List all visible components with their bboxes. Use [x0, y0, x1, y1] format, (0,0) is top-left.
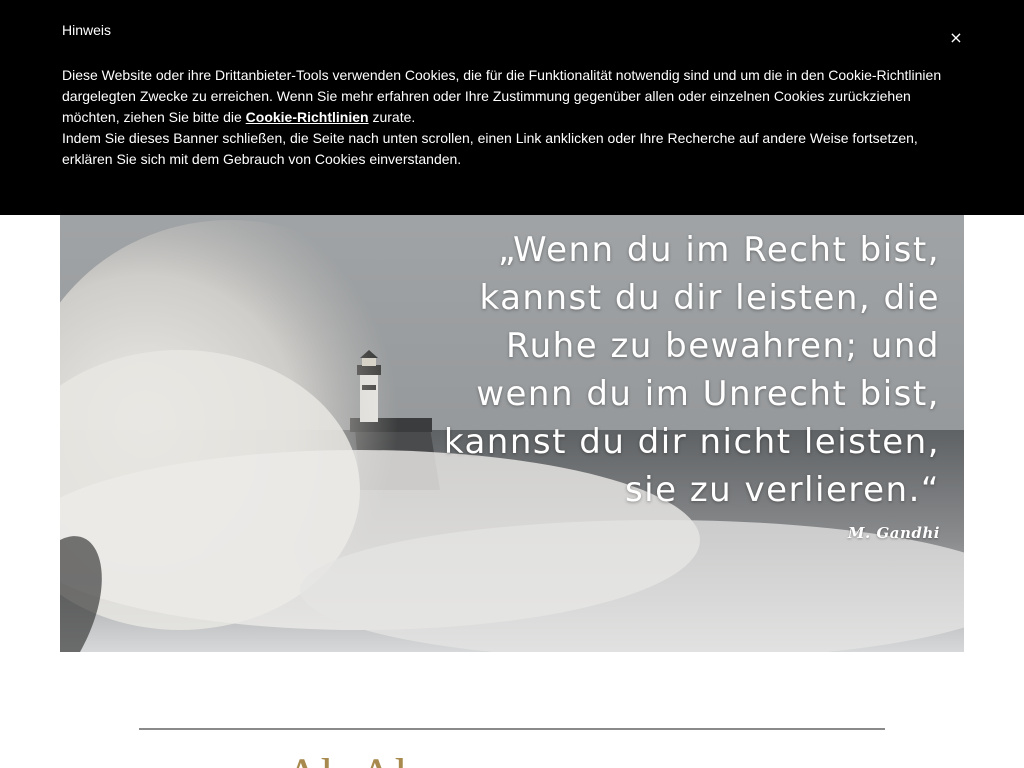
page: „Wenn du im Recht bist, kannst du dir le…: [0, 0, 1024, 768]
cookie-banner-title: Hinweis: [62, 22, 112, 38]
quote-line: sie zu verlieren.“: [624, 470, 940, 510]
cookie-text-part: Diese Website oder ihre Drittanbieter-To…: [62, 67, 942, 125]
cookie-banner-text: Diese Website oder ihre Drittanbieter-To…: [62, 65, 962, 170]
quote-line: kannst du dir leisten, die: [479, 278, 940, 318]
cookie-policy-link[interactable]: Cookie-Richtlinien: [246, 109, 369, 125]
cookie-text-consent: Indem Sie dieses Banner schließen, die S…: [62, 130, 918, 167]
quote-author: M. Gandhi: [847, 524, 940, 542]
quote-line: „Wenn du im Recht bist,: [498, 230, 940, 270]
cookie-text-part: zurate.: [368, 109, 416, 125]
close-icon[interactable]: ×: [944, 26, 968, 50]
hero-image: „Wenn du im Recht bist, kannst du dir le…: [60, 160, 964, 652]
quote-line: kannst du dir nicht leisten,: [443, 422, 940, 462]
cookie-banner: Hinweis × Diese Website oder ihre Dritta…: [0, 0, 1024, 215]
quote-text: „Wenn du im Recht bist, kannst du dir le…: [420, 226, 940, 514]
quote-line: wenn du im Unrecht bist,: [476, 374, 940, 414]
section-divider: [139, 728, 885, 730]
section-heading: Ab Ab: [285, 752, 422, 768]
quote-line: Ruhe zu bewahren; und: [506, 326, 940, 366]
